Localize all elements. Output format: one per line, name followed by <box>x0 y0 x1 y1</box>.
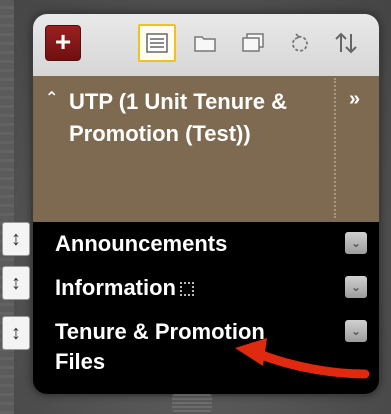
drag-handle-icon[interactable]: ↕ <box>2 222 30 256</box>
course-menu-panel: + ⌃ UTP (1 Unit Tenure & Promotion (Test… <box>33 14 379 394</box>
course-toolbar: + <box>33 14 379 76</box>
menu-item-announcements[interactable]: Announcements ⌄ <box>33 222 379 266</box>
folder-icon[interactable] <box>190 28 220 58</box>
collapse-caret-icon[interactable]: ⌃ <box>45 88 58 108</box>
expand-menu-button[interactable]: » <box>349 88 360 111</box>
drag-handle-icon[interactable]: ↕ <box>2 266 30 300</box>
screen: + ⌃ UTP (1 Unit Tenure & Promotion (Test… <box>0 0 391 414</box>
menu-item-information[interactable]: Information ⌄ <box>33 266 379 310</box>
course-title-bar: ⌃ UTP (1 Unit Tenure & Promotion (Test))… <box>33 76 379 222</box>
plus-icon: + <box>54 26 72 57</box>
menu-item-label[interactable]: Announcements <box>55 229 227 259</box>
chevron-down-icon[interactable]: ⌄ <box>345 276 367 298</box>
left-divider-strip <box>0 0 14 414</box>
sort-icon[interactable] <box>331 28 361 58</box>
chevron-down-icon[interactable]: ⌄ <box>345 232 367 254</box>
drag-handle-icon[interactable]: ↕ <box>2 316 30 350</box>
menu-item-label[interactable]: Information <box>55 275 176 300</box>
add-menu-item-button[interactable]: + <box>45 25 81 61</box>
chevron-down-icon[interactable]: ⌄ <box>345 320 367 342</box>
title-divider <box>334 78 336 218</box>
resize-grip[interactable] <box>172 394 212 412</box>
list-view-icon[interactable] <box>138 24 176 62</box>
menu-item-label[interactable]: Tenure & Promotion Files <box>55 317 315 377</box>
course-menu-list: Announcements ⌄ Information ⌄ Tenure & P… <box>33 222 379 382</box>
refresh-icon[interactable] <box>285 28 315 58</box>
hidden-page-icon <box>180 282 194 296</box>
windows-icon[interactable] <box>238 28 268 58</box>
menu-item-tenure-promotion-files[interactable]: Tenure & Promotion Files ⌄ <box>33 310 379 382</box>
course-title[interactable]: UTP (1 Unit Tenure & Promotion (Test)) <box>69 86 329 150</box>
